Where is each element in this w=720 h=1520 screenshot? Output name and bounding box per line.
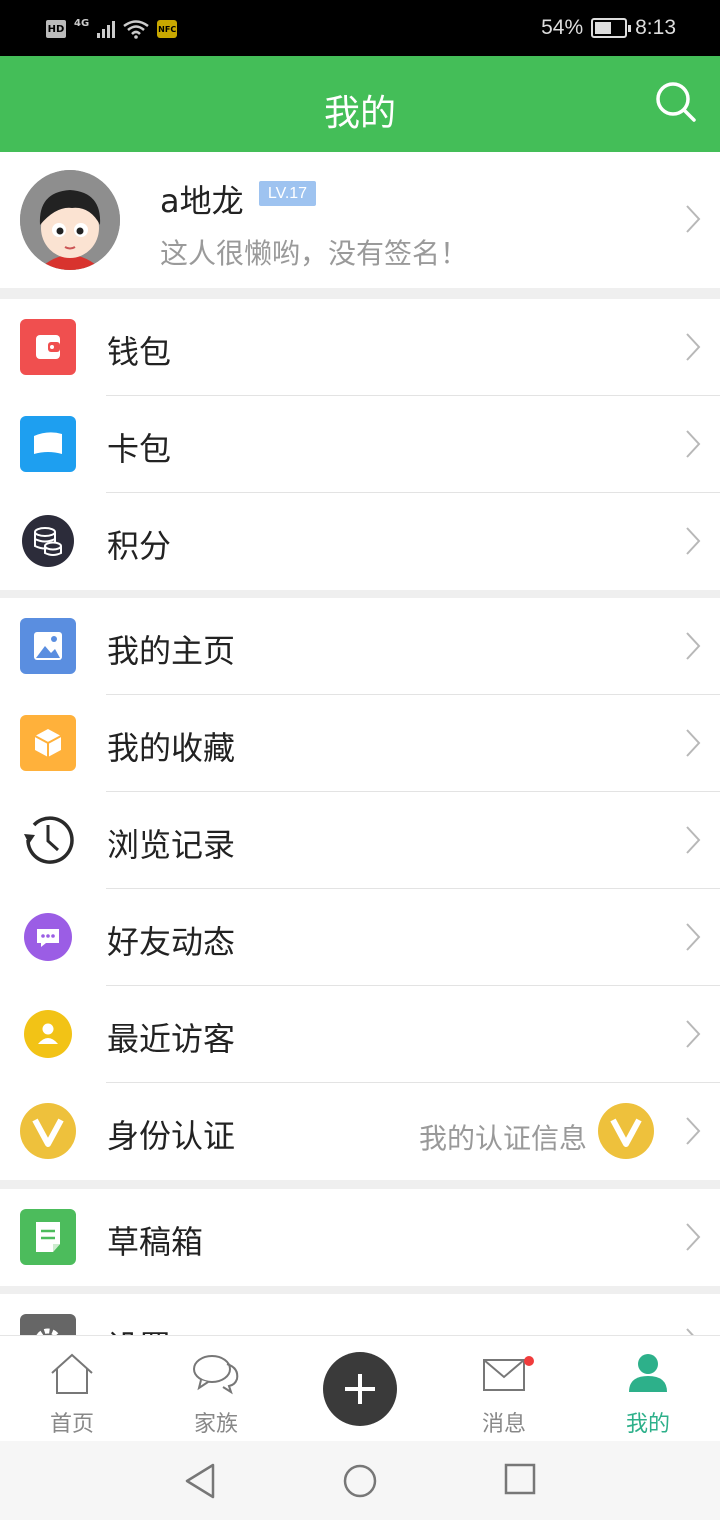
menu-item-label: 我的收藏 bbox=[107, 729, 236, 767]
menu-group-personal: 我的主页 我的收藏 浏览记录 好友动态 最近访客 身份认证 我的认证信息 bbox=[0, 598, 720, 1180]
avatar[interactable] bbox=[20, 170, 120, 270]
menu-item-verification[interactable]: 身份认证 我的认证信息 bbox=[0, 1083, 720, 1180]
menu-item-drafts[interactable]: 草稿箱 bbox=[0, 1189, 720, 1286]
menu-item-label: 浏览记录 bbox=[107, 826, 236, 864]
menu-item-favorites[interactable]: 我的收藏 bbox=[0, 695, 720, 792]
verification-info-text: 我的认证信息 bbox=[418, 1122, 587, 1155]
battery-icon bbox=[591, 18, 632, 38]
bottom-tab-bar: 首页 家族 消息 我的 bbox=[0, 1335, 720, 1441]
chevron-right-icon bbox=[686, 205, 701, 233]
menu-item-points[interactable]: 积分 bbox=[0, 493, 720, 590]
chevron-right-icon bbox=[686, 527, 701, 555]
menu-item-history[interactable]: 浏览记录 bbox=[0, 792, 720, 889]
menu-item-cards[interactable]: 卡包 bbox=[0, 396, 720, 493]
search-icon[interactable] bbox=[654, 80, 698, 124]
gear-icon bbox=[20, 1314, 76, 1335]
draft-icon bbox=[20, 1209, 76, 1265]
menu-item-settings[interactable]: 设置 bbox=[0, 1294, 720, 1335]
chevron-right-icon bbox=[686, 1020, 701, 1048]
menu-item-label: 身份认证 bbox=[107, 1117, 236, 1155]
card-icon bbox=[20, 416, 76, 472]
chevron-right-icon bbox=[686, 632, 701, 660]
tab-label: 消息 bbox=[481, 1412, 526, 1437]
menu-item-label: 积分 bbox=[107, 527, 172, 565]
home-icon bbox=[51, 1353, 93, 1394]
nfc-icon: NFC bbox=[157, 20, 178, 38]
chat-bubbles-icon bbox=[193, 1355, 239, 1395]
home-circle-icon[interactable] bbox=[342, 1463, 378, 1499]
chevron-right-icon bbox=[686, 923, 701, 951]
tab-label: 家族 bbox=[193, 1412, 238, 1437]
tab-home[interactable]: 首页 bbox=[22, 1336, 122, 1442]
menu-item-label: 草稿箱 bbox=[107, 1223, 204, 1261]
tab-label: 我的 bbox=[625, 1412, 670, 1437]
tab-label: 首页 bbox=[49, 1412, 94, 1437]
menu-item-label: 设置 bbox=[107, 1322, 171, 1335]
chevron-right-icon bbox=[686, 729, 701, 757]
wallet-icon bbox=[20, 319, 76, 375]
tab-family[interactable]: 家族 bbox=[166, 1336, 266, 1442]
chevron-right-icon bbox=[686, 430, 701, 458]
menu-item-wallet[interactable]: 钱包 bbox=[0, 299, 720, 396]
profile-card[interactable]: a地龙 LV.17 这人很懒哟，没有签名！ bbox=[0, 152, 720, 288]
user-icon bbox=[629, 1354, 667, 1392]
signal-icon bbox=[97, 20, 116, 38]
menu-item-homepage[interactable]: 我的主页 bbox=[0, 598, 720, 695]
hd-icon: HD bbox=[46, 20, 66, 38]
visitor-icon bbox=[24, 1010, 72, 1058]
menu-group-assets: 钱包 卡包 积分 bbox=[0, 299, 720, 590]
chevron-right-icon bbox=[686, 1117, 701, 1145]
mail-icon bbox=[483, 1359, 525, 1391]
username: a地龙 bbox=[160, 182, 244, 220]
verify-icon bbox=[20, 1103, 76, 1159]
page-title: 我的 bbox=[323, 93, 396, 134]
clock: 8:13 bbox=[635, 16, 676, 39]
network-type: 4G bbox=[74, 17, 90, 29]
recents-icon[interactable] bbox=[504, 1463, 536, 1495]
chevron-right-icon bbox=[686, 826, 701, 854]
app-bar: 我的 bbox=[0, 56, 720, 152]
menu-item-label: 钱包 bbox=[107, 333, 172, 371]
status-bar: HD 4G NFC 54% 8:13 bbox=[0, 0, 720, 56]
verified-badge-icon bbox=[598, 1103, 654, 1159]
menu-item-label: 最近访客 bbox=[107, 1020, 236, 1058]
chevron-right-icon bbox=[686, 1223, 701, 1251]
chat-icon bbox=[24, 913, 72, 961]
menu-item-visitors[interactable]: 最近访客 bbox=[0, 986, 720, 1083]
menu-item-friend-feed[interactable]: 好友动态 bbox=[0, 889, 720, 986]
menu-group-settings: 设置 bbox=[0, 1294, 720, 1335]
menu-item-label: 好友动态 bbox=[107, 923, 236, 961]
notification-dot bbox=[524, 1356, 534, 1366]
wifi-icon bbox=[123, 20, 149, 39]
coins-icon bbox=[22, 515, 74, 567]
menu-group-drafts: 草稿箱 bbox=[0, 1189, 720, 1286]
menu-item-label: 我的主页 bbox=[107, 632, 236, 670]
back-icon[interactable] bbox=[184, 1463, 218, 1499]
add-post-button[interactable] bbox=[323, 1352, 397, 1426]
history-icon bbox=[24, 816, 74, 864]
image-icon bbox=[20, 618, 76, 674]
box-icon bbox=[20, 715, 76, 771]
level-badge: LV.17 bbox=[259, 181, 316, 206]
chevron-right-icon bbox=[686, 1328, 694, 1335]
tab-messages[interactable]: 消息 bbox=[454, 1336, 554, 1442]
user-signature: 这人很懒哟，没有签名！ bbox=[160, 237, 469, 270]
battery-percent: 54% bbox=[541, 16, 584, 39]
tab-mine[interactable]: 我的 bbox=[598, 1336, 698, 1442]
system-nav-bar bbox=[0, 1441, 720, 1520]
menu-item-label: 卡包 bbox=[107, 430, 172, 468]
chevron-right-icon bbox=[686, 333, 701, 361]
